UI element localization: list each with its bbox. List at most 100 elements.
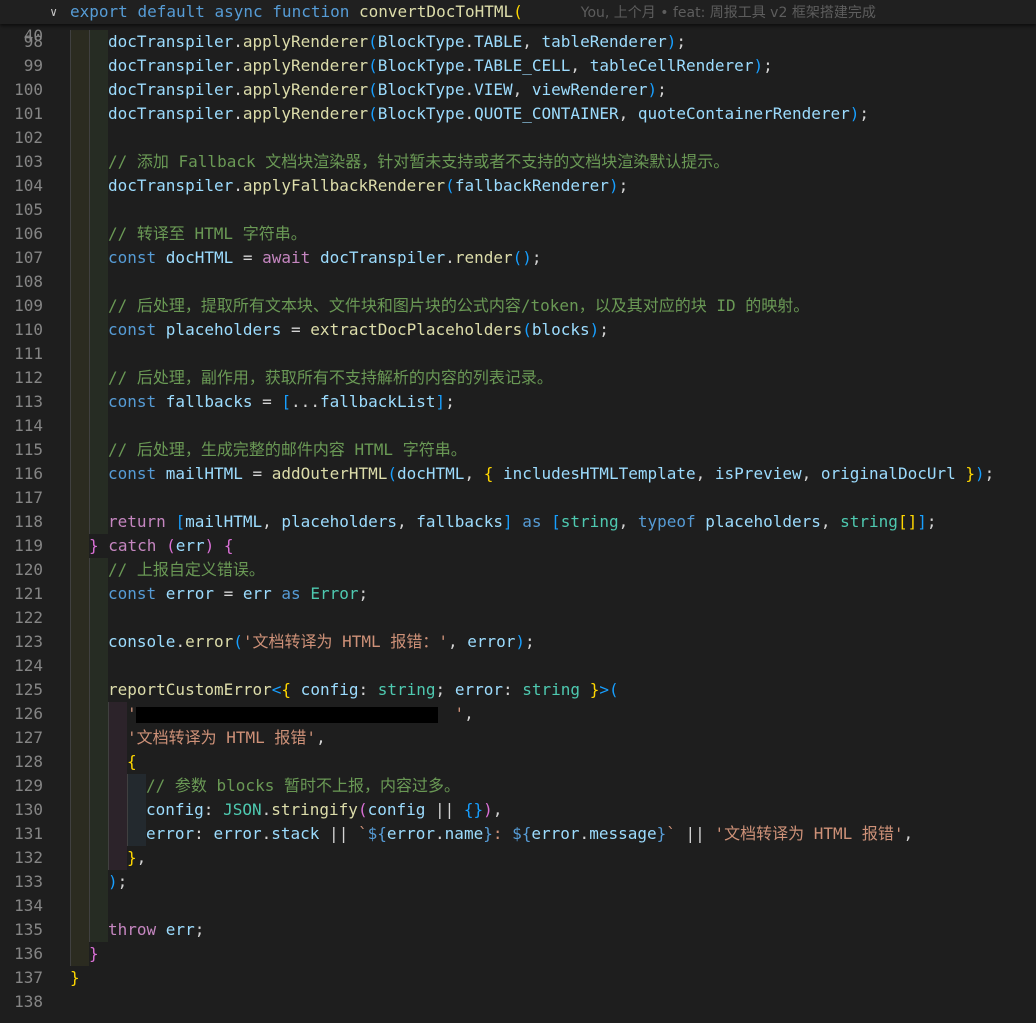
code-line[interactable]: 120 // 上报自定义错误。 — [0, 558, 1036, 582]
code-token: ( — [166, 536, 176, 555]
code-line[interactable]: 132}, — [0, 846, 1036, 870]
code-line[interactable]: 105 — [0, 198, 1036, 222]
chevron-down-icon[interactable]: ∨ — [50, 0, 57, 24]
code-line[interactable]: 131 error: error.stack || `${error.name}:… — [0, 822, 1036, 846]
code-line[interactable]: 108 — [0, 270, 1036, 294]
code-token: BlockType — [377, 104, 465, 123]
indent-guide — [89, 150, 108, 174]
sticky-line[interactable]: 40 ∨ export default async function conve… — [0, 0, 1036, 45]
code-editor[interactable]: 40 ∨ export default async function conve… — [0, 0, 1036, 1023]
line-number: 114 — [14, 416, 43, 435]
code-line[interactable]: 126 ' ', — [0, 702, 1036, 726]
code-token: [ — [551, 512, 561, 531]
code-line[interactable]: 119} catch (err) { — [0, 534, 1036, 558]
line-code: console.error('文档转译为 HTML 报错：', error); — [108, 630, 535, 654]
line-code: // 上报自定义错误。 — [108, 558, 265, 582]
code-line[interactable]: 125 reportCustomError<{ config: string; e… — [0, 678, 1036, 702]
code-token: docTranspiler — [108, 80, 234, 99]
code-token: . — [233, 32, 243, 51]
code-token: . — [464, 80, 475, 99]
code-line[interactable]: 127 '文档转译为 HTML 报错', — [0, 726, 1036, 750]
code-line[interactable]: 115 // 后处理，生成完整的邮件内容 HTML 字符串。 — [0, 438, 1036, 462]
line-code: docTranspiler.applyRenderer(BlockType.TA… — [108, 54, 773, 78]
indent-guide — [70, 630, 89, 654]
code-token: includesHTMLTemplate — [493, 464, 696, 483]
code-token: . — [261, 800, 272, 819]
code-line[interactable]: 107 const docHTML = await docTranspiler.r… — [0, 246, 1036, 270]
code-token: ) — [608, 176, 619, 195]
indent-guide — [127, 822, 146, 846]
code-token: docTranspiler — [108, 32, 234, 51]
code-token: const — [108, 464, 166, 483]
sticky-scroll-header[interactable]: 40 ∨ export default async function conve… — [0, 0, 1036, 45]
code-line[interactable]: 112 // 后处理，副作用，获取所有不支持解析的内容的列表记录。 — [0, 366, 1036, 390]
code-line[interactable]: 114 — [0, 414, 1036, 438]
code-line[interactable]: 118 return [mailHTML, placeholders, fallb… — [0, 510, 1036, 534]
code-token: tableCellRenderer — [589, 56, 754, 75]
code-token: TABLE_CELL — [474, 56, 571, 75]
code-token: = — [242, 464, 272, 483]
code-token: , — [512, 80, 532, 99]
code-token: '文档转译为 HTML 报错' — [127, 728, 317, 747]
code-line[interactable]: 135 throw err; — [0, 918, 1036, 942]
indent-guide — [127, 774, 146, 798]
line-number: 132 — [14, 848, 43, 867]
code-line[interactable]: 116 const mailHTML = addOuterHTML(docHTML… — [0, 462, 1036, 486]
code-line[interactable]: 117 — [0, 486, 1036, 510]
code-token: { — [223, 536, 234, 555]
code-line[interactable]: 130 config: JSON.stringify(config || {}), — [0, 798, 1036, 822]
code-token: ; — [531, 248, 542, 267]
code-token: function — [272, 2, 359, 21]
code-line[interactable]: 121 const error = err as Error; — [0, 582, 1036, 606]
code-line[interactable]: 102 — [0, 126, 1036, 150]
line-code: reportCustomError<{ config: string; erro… — [108, 678, 619, 702]
code-token: >( — [599, 680, 619, 699]
indent-guide — [70, 150, 89, 174]
indent-guide — [108, 750, 127, 774]
code-token: , — [447, 632, 468, 651]
code-token: export — [70, 2, 138, 21]
code-line[interactable]: 128 { — [0, 750, 1036, 774]
code-line[interactable]: 103 // 添加 Fallback 文档块渲染器，针对暂未支持或者不支持的文档块… — [0, 150, 1036, 174]
code-token: . — [233, 56, 243, 75]
code-token: const — [108, 248, 166, 267]
line-code: '文档转译为 HTML 报错', — [127, 726, 326, 750]
code-line[interactable]: 133); — [0, 870, 1036, 894]
indent-guide — [70, 222, 89, 246]
code-line[interactable]: 124 — [0, 654, 1036, 678]
code-line[interactable]: 129 // 参数 blocks 暂时不上报，内容过多。 — [0, 774, 1036, 798]
code-token: // 参数 blocks 暂时不上报，内容过多。 — [146, 776, 460, 795]
code-line[interactable]: 113 const fallbacks = [...fallbackList]; — [0, 390, 1036, 414]
code-token: { — [281, 680, 292, 699]
code-line[interactable]: 134 — [0, 894, 1036, 918]
code-token: : — [194, 824, 214, 843]
indent-guide — [70, 174, 89, 198]
code-line[interactable]: 123 console.error('文档转译为 HTML 报错：', error… — [0, 630, 1036, 654]
code-line[interactable]: 99 docTranspiler.applyRenderer(BlockType.… — [0, 54, 1036, 78]
code-line[interactable]: 138 — [0, 990, 1036, 1014]
code-line[interactable]: 100 docTranspiler.applyRenderer(BlockType… — [0, 78, 1036, 102]
indent-guide — [70, 582, 89, 606]
indent-guide — [70, 390, 89, 414]
code-token: ; — [676, 32, 687, 51]
indent-guide — [89, 78, 108, 102]
code-line[interactable]: 98 docTranspiler.applyRenderer(BlockType.… — [0, 30, 1036, 54]
code-token: ) — [108, 872, 118, 891]
code-line[interactable]: 110 const placeholders = extractDocPlaceh… — [0, 318, 1036, 342]
line-code: docTranspiler.applyFallbackRenderer(fall… — [108, 174, 628, 198]
code-line[interactable]: 104 docTranspiler.applyFallbackRenderer(f… — [0, 174, 1036, 198]
code-line[interactable]: 137} — [0, 966, 1036, 990]
code-token: docTranspiler — [108, 56, 234, 75]
code-line[interactable]: 122 — [0, 606, 1036, 630]
code-token: ; — [984, 464, 995, 483]
code-line[interactable]: 111 — [0, 342, 1036, 366]
code-line[interactable]: 109 // 后处理，提取所有文本块、文件块和图片块的公式内容/token，以及其… — [0, 294, 1036, 318]
code-line[interactable]: 106 // 转译至 HTML 字符串。 — [0, 222, 1036, 246]
code-token: render — [454, 248, 513, 267]
code-token: '文档转译为 HTML 报错' — [714, 824, 904, 843]
code-line[interactable]: 101 docTranspiler.applyRenderer(BlockType… — [0, 102, 1036, 126]
code-token: await — [262, 248, 320, 267]
indent-guide — [70, 78, 89, 102]
code-line[interactable]: 136} — [0, 942, 1036, 966]
code-token: ; — [525, 632, 535, 651]
